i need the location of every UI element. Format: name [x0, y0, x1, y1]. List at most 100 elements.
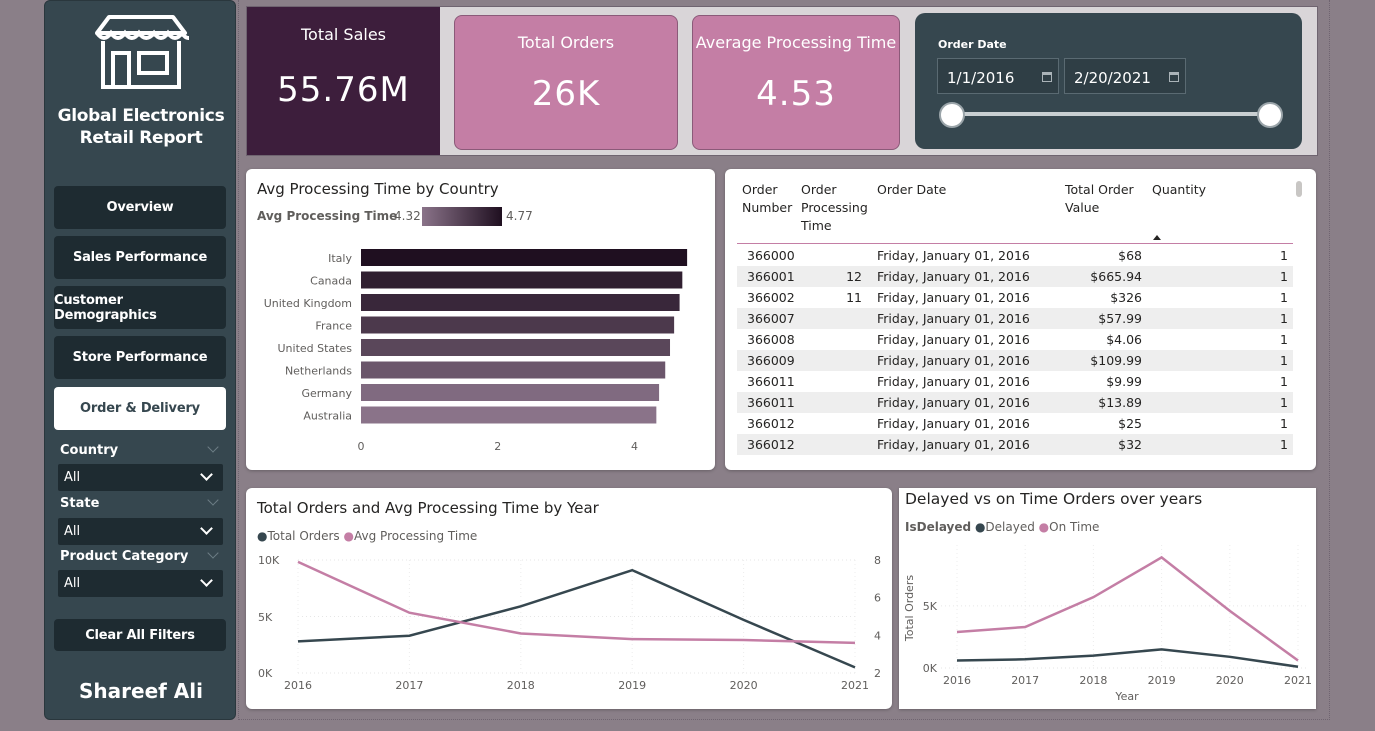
country-filter-collapse-icon[interactable]: [207, 441, 219, 453]
kpi-total-orders: Total Orders 26K: [454, 15, 678, 150]
y-tick-label: 5K: [923, 600, 938, 613]
category-label: Australia: [303, 410, 352, 423]
kpi-total-orders-value: 26K: [531, 74, 601, 114]
table-row[interactable]: 366000 Friday, January 01, 2016 $68 1: [737, 245, 1293, 266]
cell-order-number: 366002: [747, 290, 795, 305]
cell-total-value: $326: [1110, 290, 1142, 305]
col-header-value-line2: Value: [1065, 200, 1100, 215]
orders-table-panel: Order Number Order Processing Time Order Da…: [725, 169, 1316, 470]
chevron-down-icon: [200, 468, 213, 481]
state-filter-collapse-icon[interactable]: [207, 494, 219, 506]
order-date-slicer: Order Date 1/1/2016 2/20/2021: [915, 13, 1302, 149]
state-filter-label: State: [60, 496, 100, 511]
table-row[interactable]: 366007 Friday, January 01, 2016 $57.99 1: [737, 308, 1293, 329]
y-right-tick-label: 6: [874, 592, 881, 605]
country-bar-chart: Italy Canada United Kingdom France United St…: [264, 249, 688, 453]
cell-order-number: 366012: [747, 416, 795, 431]
calendar-icon[interactable]: [1042, 72, 1052, 82]
country-filter-label: Country: [60, 443, 119, 458]
nav-sales-performance-button[interactable]: Sales Performance: [54, 236, 226, 279]
calendar-icon[interactable]: [1169, 72, 1179, 82]
start-date-input[interactable]: 1/1/2016: [937, 58, 1059, 94]
product-category-dropdown[interactable]: All: [58, 570, 223, 597]
col-header-order-date[interactable]: Order Date: [877, 181, 946, 199]
table-row[interactable]: 366009 Friday, January 01, 2016 $109.99 1: [737, 350, 1293, 371]
cell-total-value: $13.89: [1098, 395, 1142, 410]
end-date-input[interactable]: 2/20/2021: [1064, 58, 1186, 94]
cell-quantity: 1: [1280, 311, 1288, 326]
category-label: Germany: [301, 387, 352, 400]
table-row[interactable]: 366002 11 Friday, January 01, 2016 $326 1: [737, 287, 1293, 308]
nav-overview-button[interactable]: Overview: [54, 186, 226, 229]
bar-canada: [361, 271, 683, 289]
country-dropdown-value: All: [64, 470, 81, 485]
cell-total-value: $9.99: [1106, 374, 1142, 389]
cell-order-number: 366009: [747, 353, 795, 368]
bar-france: [361, 316, 675, 334]
category-label: United States: [278, 342, 353, 355]
table-row[interactable]: 366008 Friday, January 01, 2016 $4.06 1: [737, 329, 1293, 350]
nav-order-label: Order & Delivery: [80, 401, 200, 416]
col-header-order-number-line1: Order: [742, 182, 778, 197]
delay-line-chart: 5K 0K 2016 2017 2018 2019 2020 2021 Year Total Or…: [903, 545, 1312, 703]
cell-quantity: 1: [1280, 248, 1288, 263]
clear-filters-label: Clear All Filters: [85, 627, 195, 643]
cell-quantity: 1: [1280, 416, 1288, 431]
cell-total-value: $25: [1118, 416, 1142, 431]
cell-order-date: Friday, January 01, 2016: [877, 311, 1030, 326]
state-dropdown[interactable]: All: [58, 518, 223, 545]
country-bar-chart-panel: Avg Processing Time by Country Avg Proce…: [246, 169, 715, 470]
x-tick-label: 2020: [1216, 674, 1244, 687]
delay-line-chart-panel: Delayed vs on Time Orders over years IsD…: [899, 488, 1316, 709]
col-header-quantity[interactable]: Quantity: [1152, 181, 1206, 199]
cell-order-number: 366011: [747, 395, 795, 410]
col-header-processing-line2: Processing: [801, 200, 868, 215]
y-right-tick-label: 8: [874, 554, 881, 567]
col-header-processing-line3: Time: [801, 218, 832, 233]
order-date-label: Order Date: [938, 38, 1007, 51]
table-row[interactable]: 366011 Friday, January 01, 2016 $9.99 1: [737, 371, 1293, 392]
table-row[interactable]: 366012 Friday, January 01, 2016 $32 1: [737, 434, 1293, 455]
cell-order-number: 366008: [747, 332, 795, 347]
x-tick-label: 4: [631, 440, 638, 453]
col-header-value-line1: Total Order: [1065, 182, 1134, 197]
category-label: France: [315, 320, 352, 333]
category-label: Italy: [328, 252, 352, 265]
kpi-total-sales-value: 55.76M: [277, 70, 410, 110]
chevron-down-icon: [200, 574, 213, 587]
nav-order-delivery-button[interactable]: Order & Delivery: [54, 387, 226, 430]
sort-ascending-icon[interactable]: [1153, 235, 1161, 240]
start-date-value: 1/1/2016: [947, 69, 1015, 87]
nav-store-performance-button[interactable]: Store Performance: [54, 336, 226, 379]
bar-united-kingdom: [361, 294, 680, 311]
col-header-processing-time[interactable]: Order Processing Time: [801, 181, 868, 235]
y-right-tick-label: 4: [874, 629, 881, 642]
country-dropdown[interactable]: All: [58, 464, 223, 491]
cell-order-number: 366011: [747, 374, 795, 389]
product-category-filter-collapse-icon[interactable]: [207, 547, 219, 559]
table-row[interactable]: 366012 Friday, January 01, 2016 $25 1: [737, 413, 1293, 434]
kpi-total-sales-title: Total Sales: [300, 25, 387, 44]
col-header-order-number[interactable]: Order Number: [742, 181, 792, 217]
cell-order-date: Friday, January 01, 2016: [877, 248, 1030, 263]
series-line-total-orders: [297, 568, 856, 669]
y-left-tick-label: 10K: [258, 554, 280, 567]
nav-store-label: Store Performance: [72, 350, 208, 365]
col-header-total-value[interactable]: Total Order Value: [1065, 181, 1134, 217]
table-row[interactable]: 366011 Friday, January 01, 2016 $13.89 1: [737, 392, 1293, 413]
nav-sales-label: Sales Performance: [72, 250, 208, 265]
cell-quantity: 1: [1280, 353, 1288, 368]
y-left-tick-label: 0K: [258, 667, 273, 680]
cell-order-date: Friday, January 01, 2016: [877, 395, 1030, 410]
clear-all-filters-button[interactable]: Clear All Filters: [54, 619, 226, 651]
author-name: Shareef Ali: [79, 679, 203, 703]
date-range-track[interactable]: [952, 112, 1270, 116]
nav-customer-demographics-button[interactable]: Customer Demographics: [54, 286, 226, 329]
date-range-start-handle[interactable]: [939, 102, 965, 128]
table-row[interactable]: 366001 12 Friday, January 01, 2016 $665.94 1: [737, 266, 1293, 287]
table-scrollbar[interactable]: [1296, 181, 1302, 197]
product-category-filter-label: Product Category: [60, 549, 189, 564]
cell-total-value: $32: [1118, 437, 1142, 452]
cell-total-value: $665.94: [1090, 269, 1142, 284]
date-range-end-handle[interactable]: [1257, 102, 1283, 128]
